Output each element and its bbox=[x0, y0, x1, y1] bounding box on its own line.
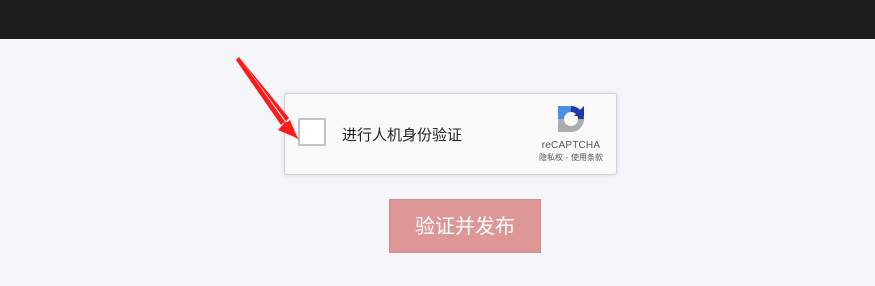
recaptcha-links: 隐私权 - 使用条款 bbox=[531, 152, 611, 163]
recaptcha-widget: 进行人机身份验证 reCAPTCHA 隐私权 - 使用条款 bbox=[284, 93, 617, 175]
recaptcha-logo-icon bbox=[558, 106, 584, 132]
recaptcha-brand-text: reCAPTCHA bbox=[541, 140, 601, 151]
verify-and-publish-button[interactable]: 验证并发布 bbox=[389, 199, 541, 253]
links-separator: - bbox=[563, 153, 571, 162]
recaptcha-branding: reCAPTCHA 隐私权 - 使用条款 bbox=[531, 102, 611, 163]
privacy-link[interactable]: 隐私权 bbox=[539, 153, 563, 162]
terms-link[interactable]: 使用条款 bbox=[571, 153, 603, 162]
top-bar bbox=[0, 0, 875, 39]
recaptcha-checkbox[interactable] bbox=[298, 118, 326, 146]
recaptcha-checkbox-label: 进行人机身份验证 bbox=[342, 126, 463, 144]
